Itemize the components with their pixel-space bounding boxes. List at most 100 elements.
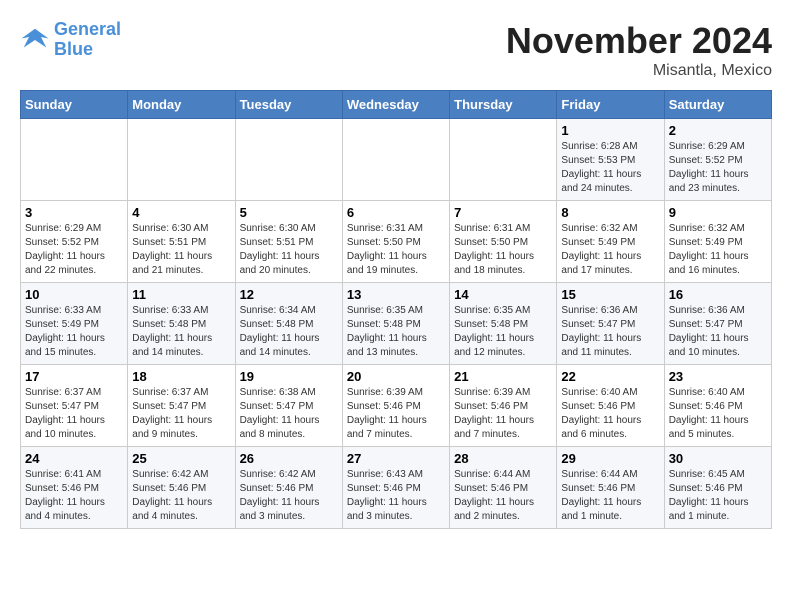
title-block: November 2024 Misantla, Mexico: [506, 20, 772, 80]
calendar-cell: 1 Sunrise: 6:28 AM Sunset: 5:53 PM Daylig…: [557, 119, 664, 201]
page-header: General Blue November 2024 Misantla, Mex…: [20, 20, 772, 80]
day-number: 17: [25, 369, 123, 384]
day-number: 12: [240, 287, 338, 302]
logo-text: General Blue: [54, 20, 121, 60]
calendar-cell: 2 Sunrise: 6:29 AM Sunset: 5:52 PM Daylig…: [664, 119, 771, 201]
day-number: 2: [669, 123, 767, 138]
day-info: Sunrise: 6:43 AM Sunset: 5:46 PM Dayligh…: [347, 468, 445, 524]
day-info: Sunrise: 6:35 AM Sunset: 5:48 PM Dayligh…: [454, 304, 552, 360]
weekday-header: Saturday: [664, 91, 771, 119]
day-info: Sunrise: 6:39 AM Sunset: 5:46 PM Dayligh…: [454, 386, 552, 442]
calendar-cell: [235, 119, 342, 201]
calendar-cell: 7 Sunrise: 6:31 AM Sunset: 5:50 PM Daylig…: [450, 201, 557, 283]
calendar-cell: 3 Sunrise: 6:29 AM Sunset: 5:52 PM Daylig…: [21, 201, 128, 283]
day-info: Sunrise: 6:42 AM Sunset: 5:46 PM Dayligh…: [132, 468, 230, 524]
day-number: 22: [561, 369, 659, 384]
day-number: 15: [561, 287, 659, 302]
calendar-cell: [21, 119, 128, 201]
day-number: 7: [454, 205, 552, 220]
logo-icon: [20, 25, 50, 55]
day-number: 13: [347, 287, 445, 302]
day-info: Sunrise: 6:36 AM Sunset: 5:47 PM Dayligh…: [561, 304, 659, 360]
location: Misantla, Mexico: [506, 62, 772, 80]
day-info: Sunrise: 6:29 AM Sunset: 5:52 PM Dayligh…: [25, 222, 123, 278]
day-info: Sunrise: 6:45 AM Sunset: 5:46 PM Dayligh…: [669, 468, 767, 524]
weekday-header: Sunday: [21, 91, 128, 119]
calendar-cell: 15 Sunrise: 6:36 AM Sunset: 5:47 PM Dayli…: [557, 283, 664, 365]
day-number: 16: [669, 287, 767, 302]
day-info: Sunrise: 6:31 AM Sunset: 5:50 PM Dayligh…: [454, 222, 552, 278]
calendar-cell: 22Sunrise: 6:40 AM Sunset: 5:46 PM Dayli…: [557, 365, 664, 447]
calendar-week-row: 1 Sunrise: 6:28 AM Sunset: 5:53 PM Daylig…: [21, 119, 772, 201]
day-number: 21: [454, 369, 552, 384]
calendar-table: SundayMondayTuesdayWednesdayThursdayFrid…: [20, 90, 772, 529]
day-info: Sunrise: 6:40 AM Sunset: 5:46 PM Dayligh…: [669, 386, 767, 442]
calendar-cell: 28 Sunrise: 6:44 AM Sunset: 5:46 PM Dayli…: [450, 447, 557, 529]
day-number: 23: [669, 369, 767, 384]
day-info: Sunrise: 6:44 AM Sunset: 5:46 PM Dayligh…: [454, 468, 552, 524]
calendar-cell: 14 Sunrise: 6:35 AM Sunset: 5:48 PM Dayli…: [450, 283, 557, 365]
day-info: Sunrise: 6:32 AM Sunset: 5:49 PM Dayligh…: [669, 222, 767, 278]
calendar-cell: 5 Sunrise: 6:30 AM Sunset: 5:51 PM Daylig…: [235, 201, 342, 283]
calendar-week-row: 3 Sunrise: 6:29 AM Sunset: 5:52 PM Daylig…: [21, 201, 772, 283]
day-info: Sunrise: 6:29 AM Sunset: 5:52 PM Dayligh…: [669, 140, 767, 196]
calendar-cell: 27 Sunrise: 6:43 AM Sunset: 5:46 PM Dayli…: [342, 447, 449, 529]
day-number: 18: [132, 369, 230, 384]
calendar-cell: 24 Sunrise: 6:41 AM Sunset: 5:46 PM Dayli…: [21, 447, 128, 529]
day-info: Sunrise: 6:41 AM Sunset: 5:46 PM Dayligh…: [25, 468, 123, 524]
day-number: 27: [347, 451, 445, 466]
calendar-cell: 18 Sunrise: 6:37 AM Sunset: 5:47 PM Dayli…: [128, 365, 235, 447]
weekday-header: Monday: [128, 91, 235, 119]
calendar-cell: 12 Sunrise: 6:34 AM Sunset: 5:48 PM Dayli…: [235, 283, 342, 365]
calendar-cell: 17Sunrise: 6:37 AM Sunset: 5:47 PM Dayli…: [21, 365, 128, 447]
day-number: 3: [25, 205, 123, 220]
calendar-cell: 21 Sunrise: 6:39 AM Sunset: 5:46 PM Dayli…: [450, 365, 557, 447]
day-info: Sunrise: 6:28 AM Sunset: 5:53 PM Dayligh…: [561, 140, 659, 196]
day-info: Sunrise: 6:31 AM Sunset: 5:50 PM Dayligh…: [347, 222, 445, 278]
calendar-week-row: 24 Sunrise: 6:41 AM Sunset: 5:46 PM Dayli…: [21, 447, 772, 529]
day-number: 29: [561, 451, 659, 466]
day-info: Sunrise: 6:36 AM Sunset: 5:47 PM Dayligh…: [669, 304, 767, 360]
day-info: Sunrise: 6:37 AM Sunset: 5:47 PM Dayligh…: [132, 386, 230, 442]
calendar-cell: 29 Sunrise: 6:44 AM Sunset: 5:46 PM Dayli…: [557, 447, 664, 529]
day-number: 24: [25, 451, 123, 466]
calendar-cell: 26 Sunrise: 6:42 AM Sunset: 5:46 PM Dayli…: [235, 447, 342, 529]
day-number: 30: [669, 451, 767, 466]
day-info: Sunrise: 6:30 AM Sunset: 5:51 PM Dayligh…: [240, 222, 338, 278]
day-info: Sunrise: 6:33 AM Sunset: 5:48 PM Dayligh…: [132, 304, 230, 360]
day-number: 19: [240, 369, 338, 384]
day-number: 9: [669, 205, 767, 220]
calendar-cell: 4Sunrise: 6:30 AM Sunset: 5:51 PM Daylig…: [128, 201, 235, 283]
calendar-week-row: 10Sunrise: 6:33 AM Sunset: 5:49 PM Dayli…: [21, 283, 772, 365]
weekday-header-row: SundayMondayTuesdayWednesdayThursdayFrid…: [21, 91, 772, 119]
calendar-cell: 16 Sunrise: 6:36 AM Sunset: 5:47 PM Dayli…: [664, 283, 771, 365]
calendar-cell: 13 Sunrise: 6:35 AM Sunset: 5:48 PM Dayli…: [342, 283, 449, 365]
day-info: Sunrise: 6:32 AM Sunset: 5:49 PM Dayligh…: [561, 222, 659, 278]
logo: General Blue: [20, 20, 121, 60]
calendar-cell: 25Sunrise: 6:42 AM Sunset: 5:46 PM Dayli…: [128, 447, 235, 529]
calendar-cell: 8 Sunrise: 6:32 AM Sunset: 5:49 PM Daylig…: [557, 201, 664, 283]
day-number: 1: [561, 123, 659, 138]
day-number: 14: [454, 287, 552, 302]
day-info: Sunrise: 6:44 AM Sunset: 5:46 PM Dayligh…: [561, 468, 659, 524]
calendar-cell: 20Sunrise: 6:39 AM Sunset: 5:46 PM Dayli…: [342, 365, 449, 447]
weekday-header: Friday: [557, 91, 664, 119]
calendar-cell: 6 Sunrise: 6:31 AM Sunset: 5:50 PM Daylig…: [342, 201, 449, 283]
day-number: 5: [240, 205, 338, 220]
day-info: Sunrise: 6:34 AM Sunset: 5:48 PM Dayligh…: [240, 304, 338, 360]
weekday-header: Wednesday: [342, 91, 449, 119]
day-info: Sunrise: 6:35 AM Sunset: 5:48 PM Dayligh…: [347, 304, 445, 360]
day-number: 10: [25, 287, 123, 302]
day-number: 8: [561, 205, 659, 220]
calendar-cell: [450, 119, 557, 201]
day-number: 6: [347, 205, 445, 220]
day-info: Sunrise: 6:42 AM Sunset: 5:46 PM Dayligh…: [240, 468, 338, 524]
day-number: 26: [240, 451, 338, 466]
calendar-cell: 10Sunrise: 6:33 AM Sunset: 5:49 PM Dayli…: [21, 283, 128, 365]
day-number: 11: [132, 287, 230, 302]
month-title: November 2024: [506, 20, 772, 62]
day-number: 28: [454, 451, 552, 466]
day-number: 20: [347, 369, 445, 384]
calendar-cell: [342, 119, 449, 201]
calendar-cell: [128, 119, 235, 201]
